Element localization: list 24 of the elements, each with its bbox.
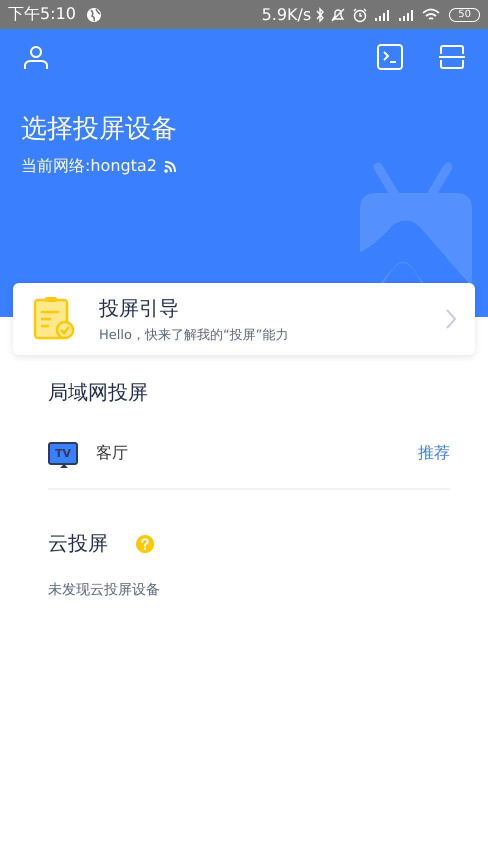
- section-title: 云投屏: [48, 530, 108, 557]
- wifi-icon: [421, 6, 442, 22]
- globe-icon: [86, 6, 102, 22]
- page-title: 选择投屏设备: [21, 113, 178, 146]
- recommend-label: 推荐: [418, 442, 450, 464]
- battery-level: 50: [449, 8, 480, 22]
- guide-subtitle: Hello，快来了解我的“投屏”能力: [99, 326, 290, 344]
- status-time: 下午5:10: [8, 4, 76, 25]
- device-name: 客厅: [96, 442, 128, 464]
- user-icon[interactable]: [22, 43, 50, 71]
- wifi-icon: [162, 160, 177, 174]
- clipboard-icon: [31, 296, 77, 342]
- device-item[interactable]: TV 客厅 推荐: [48, 406, 450, 488]
- chevron-right-icon: [445, 308, 457, 330]
- section-title: 局域网投屏: [48, 379, 149, 406]
- mute-icon: [329, 6, 348, 22]
- guide-card[interactable]: 投屏引导 Hello，快来了解我的“投屏”能力: [13, 283, 475, 355]
- empty-message: 未发现云投屏设备: [48, 581, 161, 599]
- guide-title: 投屏引导: [99, 294, 180, 322]
- scan-icon[interactable]: [438, 43, 466, 71]
- terminal-icon[interactable]: [376, 43, 404, 71]
- bluetooth-icon: [315, 6, 326, 22]
- network-speed: 5.9K/s: [262, 5, 312, 24]
- network-name: 当前网络:hongta2: [21, 156, 157, 177]
